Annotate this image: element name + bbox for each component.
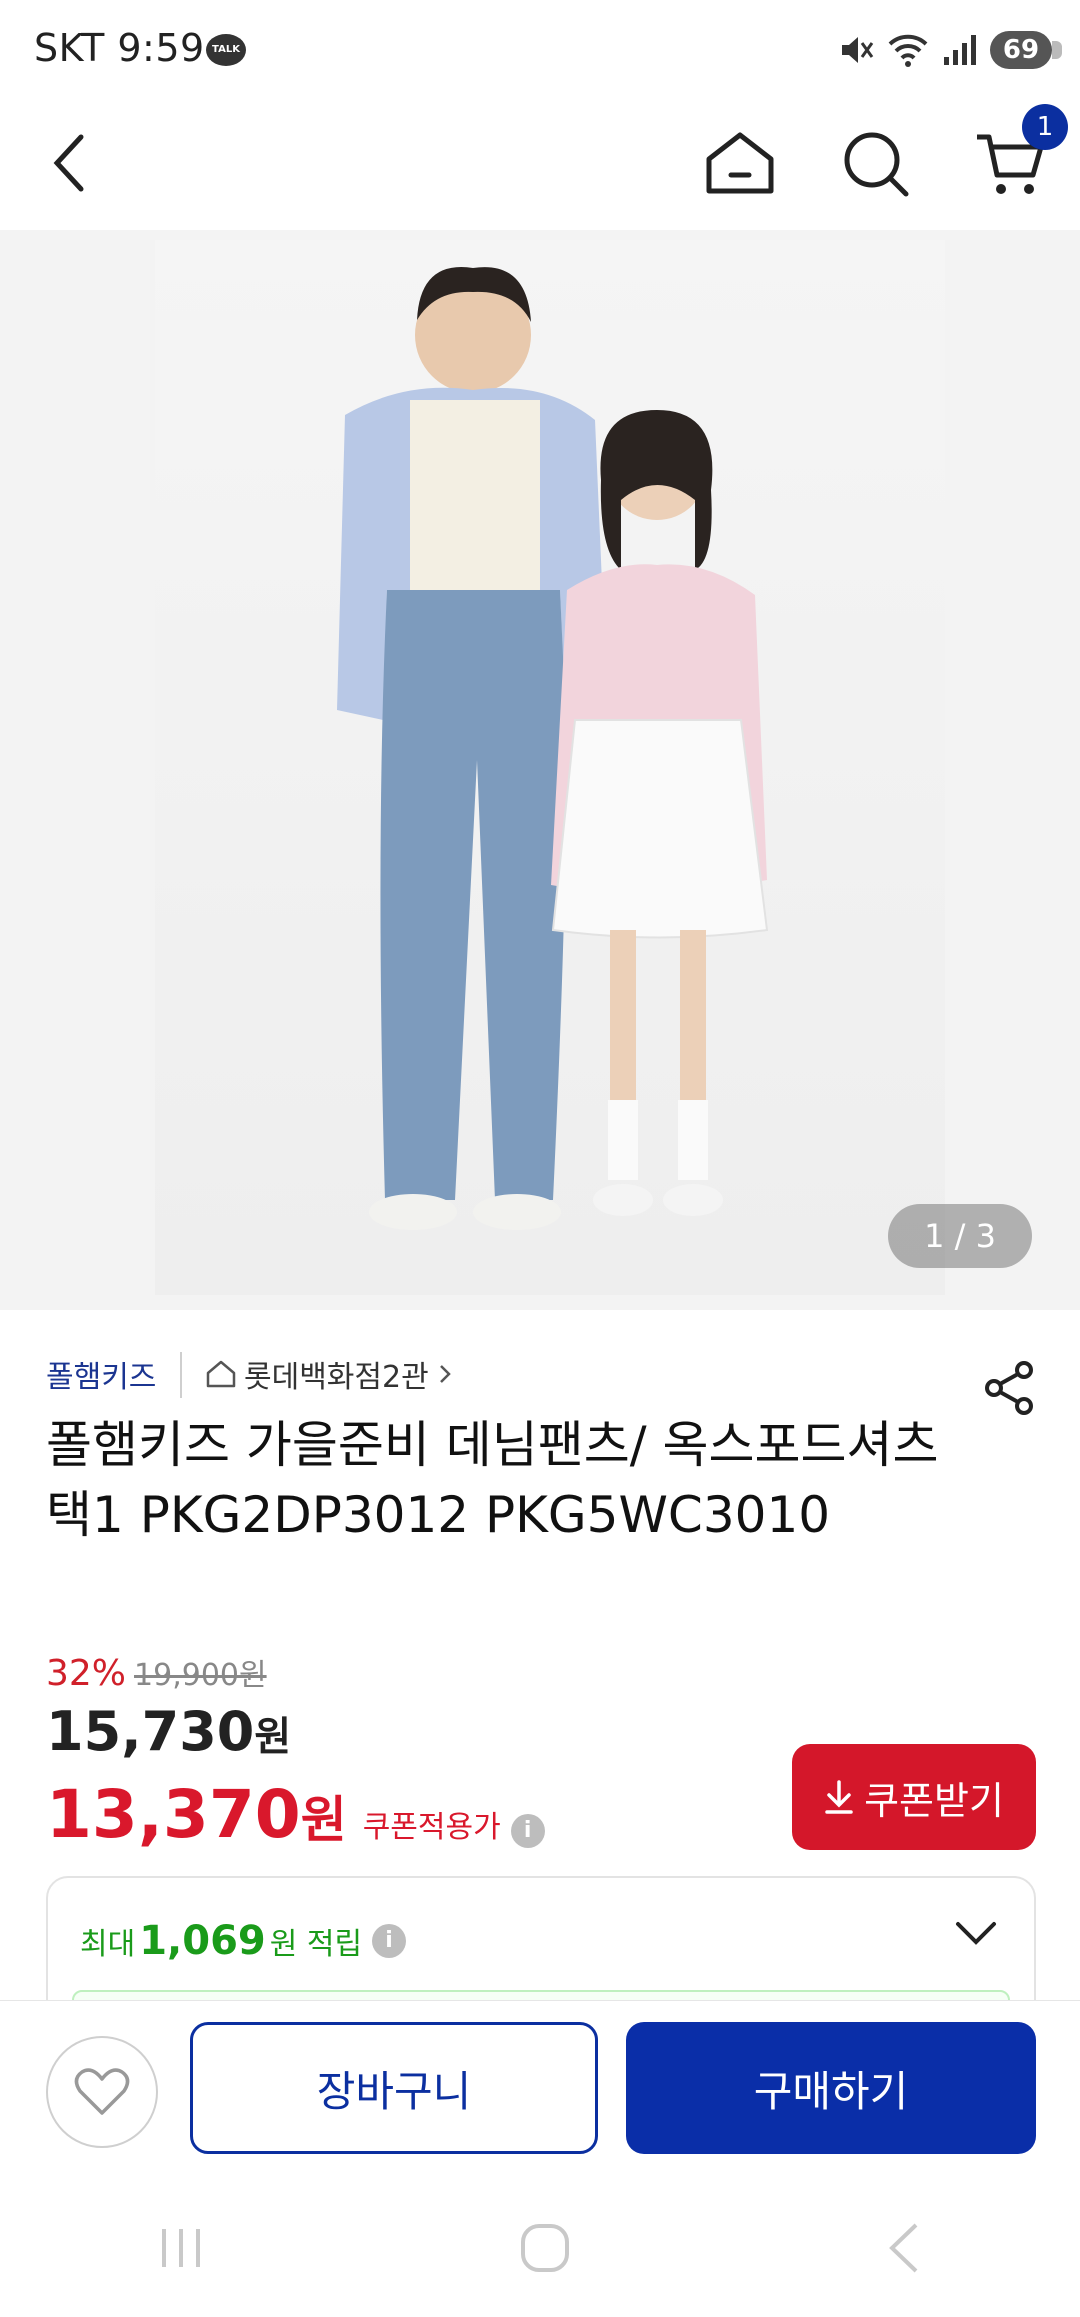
search-icon [844, 132, 909, 197]
discount-row: 32% 19,900원 [46, 1650, 267, 1694]
store-link[interactable]: 롯데백화점2관 [206, 1352, 453, 1396]
chevron-left-icon [53, 134, 84, 192]
coupon-price-label: 쿠폰적용가 [362, 1810, 501, 1845]
sale-price-value: 15,730 [46, 1700, 255, 1763]
info-icon[interactable]: i [510, 1814, 545, 1848]
get-coupon-label: 쿠폰받기 [864, 1778, 1004, 1823]
recent-apps-icon[interactable] [156, 2223, 206, 2273]
home-icon [706, 132, 774, 194]
coupon-price: 13,370 원 쿠폰적용가 i [46, 1776, 545, 1853]
cart-button[interactable]: 1 [972, 104, 1068, 202]
status-icons: 69 [838, 28, 1062, 72]
product-image-gallery[interactable] [0, 230, 1080, 1310]
store-home-icon [206, 1360, 236, 1388]
wifi-icon [888, 34, 928, 67]
get-coupon-button[interactable]: 쿠폰받기 [792, 1744, 1036, 1850]
home-button[interactable] [700, 124, 780, 204]
status-time: SKT 9:59 [34, 26, 205, 70]
share-button[interactable] [982, 1360, 1038, 1420]
chevron-right-icon [439, 1365, 451, 1383]
signal-icon [944, 35, 976, 65]
points-value: 1,069 [139, 1918, 266, 1964]
system-navigation-bar [0, 2180, 1080, 2316]
points-info-icon[interactable]: i [372, 1924, 407, 1958]
battery-icon: 69 [990, 31, 1062, 69]
product-photo-illustration [337, 267, 769, 1230]
coupon-price-unit: 원 [300, 1791, 347, 1849]
mute-icon [842, 37, 874, 63]
search-button[interactable] [836, 124, 916, 204]
points-info: 최대 1,069 원 적립 i [80, 1918, 407, 1964]
chevron-down-icon [956, 1922, 996, 1945]
kakaotalk-notification-icon: TALK [206, 34, 246, 66]
image-page-indicator: 1 / 3 [888, 1204, 1032, 1268]
discount-rate: 32% [46, 1653, 127, 1694]
coupon-price-value: 13,370 [46, 1776, 301, 1853]
store-name: 롯데백화점2관 [244, 1360, 429, 1395]
back-button[interactable] [34, 128, 104, 198]
product-image [155, 240, 945, 1295]
top-app-bar: 1 [0, 100, 1080, 230]
points-suffix: 원 적립 [269, 1927, 363, 1962]
brand-link[interactable]: 폴햄키즈 [46, 1352, 156, 1396]
original-price: 19,900원 [134, 1658, 267, 1693]
status-bar: SKT 9:59 TALK 69 [0, 0, 1080, 100]
back-nav-icon[interactable] [884, 2221, 924, 2275]
share-icon [985, 1361, 1033, 1415]
buy-now-button[interactable]: 구매하기 [626, 2022, 1036, 2154]
points-prefix: 최대 [80, 1927, 136, 1962]
wishlist-button[interactable] [46, 2036, 158, 2148]
sale-price: 15,730원 [46, 1700, 291, 1763]
product-title: 폴햄키즈 가을준비 데님팬츠/ 옥스포드셔츠 택1 PKG2DP3012 PKG… [46, 1416, 939, 1544]
expand-points-button[interactable] [954, 1918, 998, 1952]
divider [180, 1352, 182, 1398]
sale-price-unit: 원 [254, 1714, 292, 1760]
home-nav-icon[interactable] [518, 2221, 572, 2275]
cart-count-badge: 1 [1022, 104, 1068, 150]
add-to-cart-button[interactable]: 장바구니 [190, 2022, 598, 2154]
download-icon [825, 1780, 853, 1814]
heart-icon [74, 2068, 130, 2115]
